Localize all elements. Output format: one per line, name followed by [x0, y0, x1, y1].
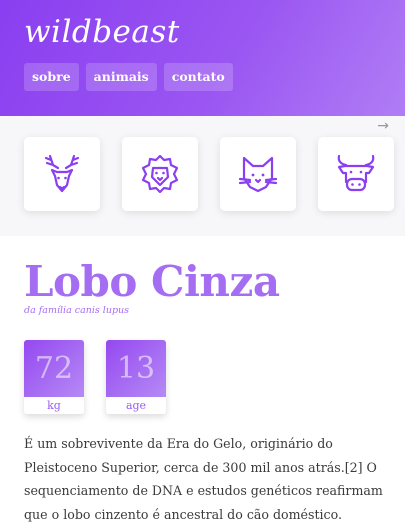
animal-tile-bull[interactable]: [318, 137, 394, 211]
stats-row: 72 kg 13 age: [24, 340, 166, 414]
next-arrow-icon[interactable]: →: [377, 118, 389, 134]
stat-card-weight: 72 kg: [24, 340, 84, 414]
lion-icon: [141, 154, 179, 194]
cat-icon: [238, 156, 278, 193]
deer-icon: [44, 154, 80, 193]
animal-tiles: [24, 137, 394, 211]
animal-tile-deer[interactable]: [24, 137, 100, 211]
nav-item-animais[interactable]: animais: [85, 63, 157, 91]
stat-value: 72: [24, 340, 84, 397]
main-nav: sobre animais contato: [24, 63, 233, 91]
page-title: Lobo Cinza: [24, 257, 280, 306]
site-header: wildbeast sobre animais contato: [0, 0, 405, 116]
stat-unit: age: [106, 397, 166, 414]
stat-value: 13: [106, 340, 166, 397]
animal-description: É um sobrevivente da Era do Gelo, origin…: [24, 436, 383, 522]
animal-tile-cat[interactable]: [220, 137, 296, 211]
stat-card-age: 13 age: [106, 340, 166, 414]
bull-icon: [337, 154, 375, 192]
nav-item-sobre[interactable]: sobre: [24, 63, 79, 91]
stat-unit: kg: [24, 397, 84, 414]
nav-item-contato[interactable]: contato: [163, 63, 233, 91]
animal-tile-lion[interactable]: [122, 137, 198, 211]
page-subtitle: da família canis lupus: [24, 305, 130, 316]
animal-carousel: →: [0, 116, 405, 236]
brand-logo[interactable]: wildbeast: [24, 14, 180, 50]
